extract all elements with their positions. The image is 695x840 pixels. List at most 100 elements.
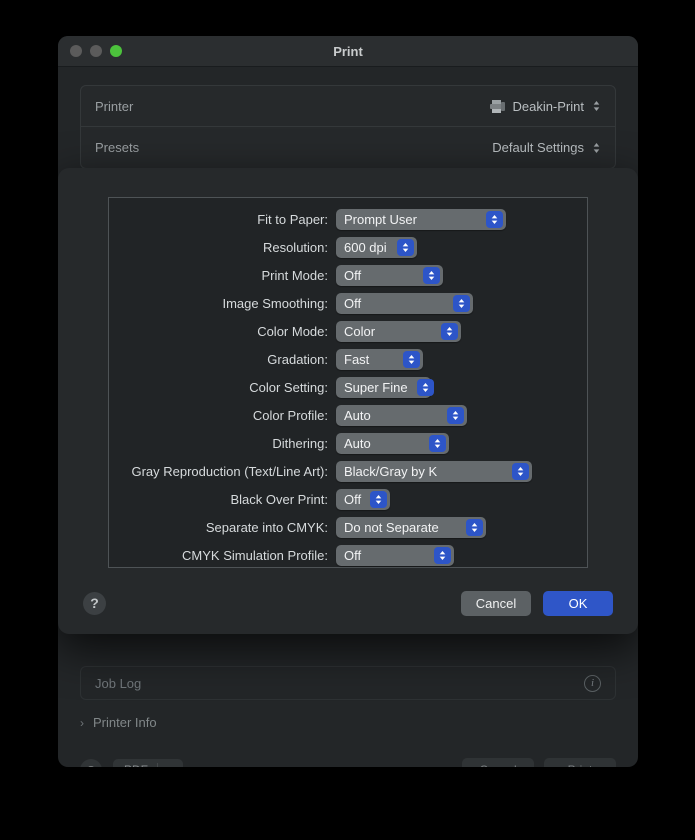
presets-row-label: Presets — [95, 140, 139, 155]
sheet-footer-actions: Cancel OK — [461, 591, 613, 616]
options-list: Fit to Paper: Prompt User Resolution: 600 d… — [109, 198, 587, 569]
option-popup-value: Auto — [344, 436, 371, 451]
option-row: Image Smoothing: Off — [109, 289, 587, 317]
chevron-down-icon[interactable] — [158, 765, 183, 767]
option-popup-value: Auto — [344, 408, 371, 423]
chevron-updown-icon[interactable] — [592, 99, 601, 113]
zoom-button-icon[interactable] — [110, 45, 122, 57]
close-button-icon[interactable] — [70, 45, 82, 57]
option-popup-value: 600 dpi — [344, 240, 387, 255]
chevron-updown-icon[interactable] — [512, 463, 529, 480]
printer-settings-box: Printer Deakin-Print — [80, 85, 616, 169]
chevron-updown-icon[interactable] — [441, 323, 458, 340]
option-row: Color Setting: Super Fine — [109, 373, 587, 401]
option-popup-button[interactable]: Off — [336, 265, 443, 286]
option-popup-button[interactable]: Auto — [336, 405, 467, 426]
presets-row-value-group[interactable]: Default Settings — [492, 140, 601, 155]
printer-row-value-group[interactable]: Deakin-Print — [489, 99, 601, 114]
traffic-light-group — [70, 45, 122, 57]
presets-row[interactable]: Presets Default Settings — [81, 127, 615, 168]
option-popup-value: Super Fine — [344, 380, 408, 395]
option-popup-button[interactable]: 600 dpi — [336, 237, 417, 258]
option-label: Black Over Print: — [109, 492, 336, 507]
chevron-updown-icon[interactable] — [434, 547, 451, 564]
window-titlebar: Print — [58, 36, 638, 67]
option-row: Fit to Paper: Prompt User — [109, 205, 587, 233]
chevron-updown-icon[interactable] — [397, 239, 414, 256]
pdf-button-label: PDF — [113, 763, 157, 767]
chevron-updown-icon[interactable] — [423, 267, 440, 284]
printer-row-value: Deakin-Print — [512, 99, 584, 114]
help-button[interactable]: ? — [83, 592, 106, 615]
options-group-frame: Fit to Paper: Prompt User Resolution: 600 d… — [108, 197, 588, 568]
minimize-button-icon[interactable] — [90, 45, 102, 57]
printer-row[interactable]: Printer Deakin-Print — [81, 86, 615, 127]
window-footer-actions: Cancel Print — [462, 758, 616, 767]
option-row: Color Mode: Color — [109, 317, 587, 345]
option-popup-value: Prompt User — [344, 212, 417, 227]
help-button[interactable]: ? — [80, 759, 102, 767]
option-popup-button[interactable]: Fast — [336, 349, 423, 370]
option-row: Black Over Print: Off — [109, 485, 587, 513]
info-icon[interactable]: i — [584, 675, 601, 692]
cancel-button[interactable]: Cancel — [461, 591, 531, 616]
option-popup-button[interactable]: Off — [336, 545, 454, 566]
option-row: Gradation: Fast — [109, 345, 587, 373]
print-button[interactable]: Print — [544, 758, 616, 767]
option-label: Color Mode: — [109, 324, 336, 339]
option-label: Gray Reproduction (Text/Line Art): — [109, 464, 336, 479]
option-label: Fit to Paper: — [109, 212, 336, 227]
option-label: Color Setting: — [109, 380, 336, 395]
option-popup-button[interactable]: Black/Gray by K — [336, 461, 532, 482]
printer-row-label: Printer — [95, 99, 133, 114]
option-popup-value: Off — [344, 548, 361, 563]
chevron-updown-icon[interactable] — [486, 211, 503, 228]
option-popup-value: Off — [344, 268, 361, 283]
chevron-right-icon: › — [80, 716, 84, 730]
option-popup-button[interactable]: Super Fine — [336, 377, 431, 398]
printer-icon — [489, 99, 506, 114]
option-row: Dithering: Auto — [109, 429, 587, 457]
option-label: Print Mode: — [109, 268, 336, 283]
option-label: Image Smoothing: — [109, 296, 336, 311]
option-popup-value: Do not Separate — [344, 520, 439, 535]
printer-info-disclosure[interactable]: › Printer Info — [80, 715, 157, 730]
chevron-updown-icon[interactable] — [453, 295, 470, 312]
job-log-label: Job Log — [95, 676, 141, 691]
option-label: Dithering: — [109, 436, 336, 451]
chevron-updown-icon[interactable] — [466, 519, 483, 536]
option-popup-value: Off — [344, 296, 361, 311]
chevron-updown-icon[interactable] — [429, 435, 446, 452]
option-label: CMYK Simulation Profile: — [109, 548, 336, 563]
window-title: Print — [58, 44, 638, 59]
option-label: Resolution: — [109, 240, 336, 255]
sheet-footer: ? Cancel OK — [58, 572, 638, 634]
option-popup-value: Fast — [344, 352, 369, 367]
chevron-updown-icon[interactable] — [370, 491, 387, 508]
cancel-button[interactable]: Cancel — [462, 758, 534, 767]
option-label: Separate into CMYK: — [109, 520, 336, 535]
printer-info-label: Printer Info — [93, 715, 157, 730]
chevron-updown-icon[interactable] — [403, 351, 420, 368]
job-log-row[interactable]: Job Log i — [80, 666, 616, 700]
chevron-updown-icon[interactable] — [447, 407, 464, 424]
option-popup-button[interactable]: Prompt User — [336, 209, 506, 230]
option-row: CMYK Simulation Profile: Off — [109, 541, 587, 569]
option-popup-button[interactable]: Off — [336, 293, 473, 314]
option-row: Gray Reproduction (Text/Line Art): Black/… — [109, 457, 587, 485]
option-popup-value: Black/Gray by K — [344, 464, 437, 479]
option-row: Resolution: 600 dpi — [109, 233, 587, 261]
option-popup-button[interactable]: Color — [336, 321, 461, 342]
option-popup-value: Color — [344, 324, 375, 339]
pdf-button[interactable]: PDF — [113, 759, 183, 767]
chevron-updown-icon[interactable] — [417, 379, 434, 396]
option-label: Gradation: — [109, 352, 336, 367]
option-popup-button[interactable]: Off — [336, 489, 390, 510]
option-popup-value: Off — [344, 492, 361, 507]
ok-button[interactable]: OK — [543, 591, 613, 616]
option-row: Color Profile:Auto — [109, 401, 587, 429]
option-popup-button[interactable]: Auto — [336, 433, 449, 454]
chevron-updown-icon[interactable] — [592, 141, 601, 155]
option-row: Print Mode: Off — [109, 261, 587, 289]
option-popup-button[interactable]: Do not Separate — [336, 517, 486, 538]
